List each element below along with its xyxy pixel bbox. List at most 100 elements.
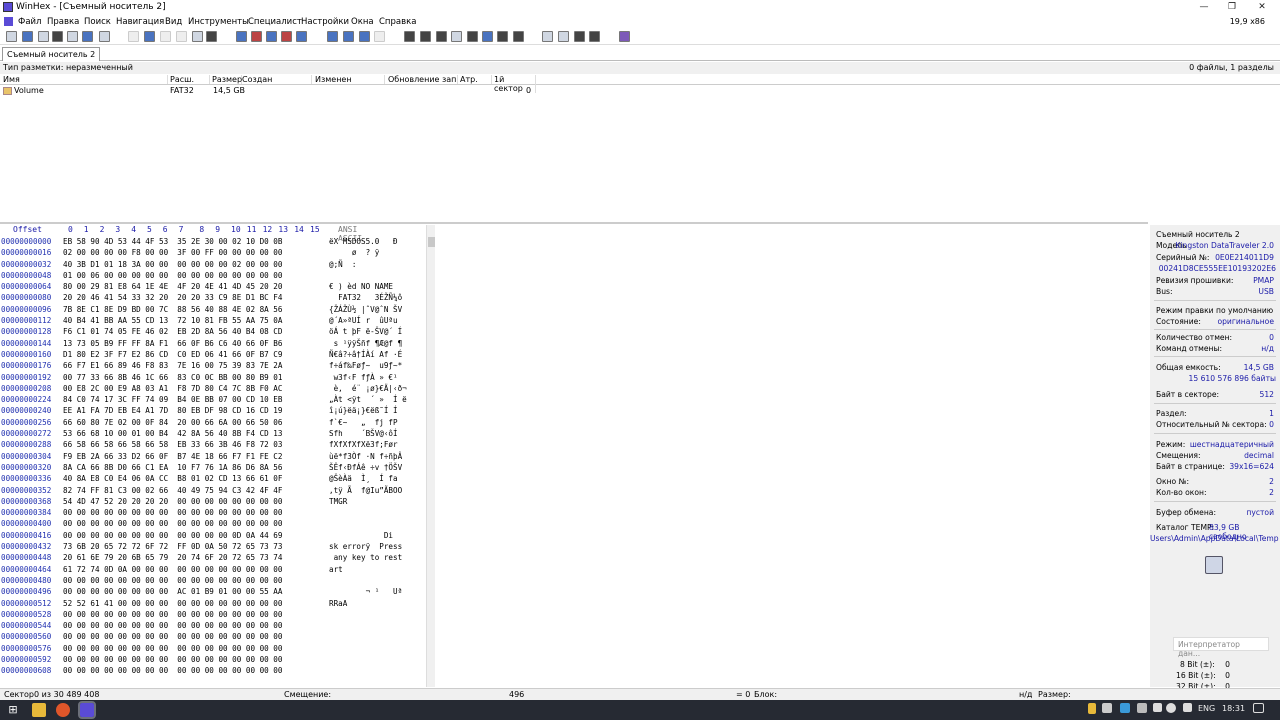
find-icon[interactable]: [236, 31, 247, 42]
hex-row[interactable]: 00000000144 13 73 05 B9 FF FF 8A F1 66 0F…: [0, 338, 330, 349]
hex-row[interactable]: 00000000048 01 00 06 00 00 00 00 00 00 00…: [0, 270, 330, 281]
ascii-row[interactable]: any key to rest: [329, 552, 425, 563]
ascii-row[interactable]: î¡ú}ëä¡}€ëß˜Í Í: [329, 405, 425, 416]
minimize-button[interactable]: —: [1190, 0, 1218, 15]
hex-row[interactable]: 00000000240 EE A1 FA 7D EB E4 A1 7D 80 EB…: [0, 405, 330, 416]
menu-6[interactable]: Специалист: [248, 17, 302, 27]
hex-bytes[interactable]: 13 73 05 B9 FF FF 8A F1 66 0F B6 C6 40 6…: [63, 338, 282, 349]
hex-row[interactable]: 00000000192 00 77 33 66 8B 46 1C 66 83 C0…: [0, 372, 330, 383]
hex-row[interactable]: 00000000448 20 61 6E 79 20 6B 65 79 20 74…: [0, 552, 330, 563]
hex-bytes[interactable]: EE A1 FA 7D EB E4 A1 7D 80 EB DF 98 CD 1…: [63, 405, 282, 416]
hex-bytes[interactable]: 8A CA 66 8B D0 66 C1 EA 10 F7 76 1A 86 D…: [63, 462, 282, 473]
ascii-row[interactable]: [329, 654, 425, 665]
hex-bytes[interactable]: 00 00 00 00 00 00 00 00 00 00 00 00 00 0…: [63, 665, 282, 676]
ascii-row[interactable]: ëX MSDOS5.0 Ð: [329, 236, 425, 247]
menu-3[interactable]: Навигация: [116, 17, 164, 27]
open-icon[interactable]: [619, 31, 630, 42]
hex-row[interactable]: 00000000560 00 00 00 00 00 00 00 00 00 00…: [0, 631, 330, 642]
hex-bytes[interactable]: 00 00 00 00 00 00 00 00 00 00 00 00 00 0…: [63, 507, 282, 518]
hex-bytes[interactable]: 66 58 66 58 66 58 66 58 EB 33 66 3B 46 F…: [63, 439, 282, 450]
ascii-row[interactable]: Di: [329, 530, 425, 541]
replace-icon[interactable]: [266, 31, 277, 42]
open-icon[interactable]: [22, 31, 33, 42]
col-size[interactable]: Размер: [212, 75, 242, 84]
hex-row[interactable]: 00000000032 40 3B D1 01 18 3A 00 00 00 00…: [0, 259, 330, 270]
next-icon[interactable]: [558, 31, 569, 42]
ascii-row[interactable]: w3f‹F fƒÀ » €¹: [329, 372, 425, 383]
restore-button[interactable]: ❐: [1218, 0, 1246, 15]
hex-row[interactable]: 00000000080 20 20 46 41 54 33 32 20 20 20…: [0, 292, 330, 303]
hex-row[interactable]: 00000000096 7B 8E C1 8E D9 BD 00 7C 88 56…: [0, 304, 330, 315]
menu-0[interactable]: Файл: [18, 17, 41, 27]
hex-bytes[interactable]: 40 3B D1 01 18 3A 00 00 00 00 00 00 02 0…: [63, 259, 282, 270]
hex-row[interactable]: 00000000576 00 00 00 00 00 00 00 00 00 00…: [0, 643, 330, 654]
hex-row[interactable]: 00000000528 00 00 00 00 00 00 00 00 00 00…: [0, 609, 330, 620]
pane-splitter[interactable]: [0, 222, 1148, 224]
hex-row[interactable]: 00000000256 66 60 80 7E 02 00 0F 84 20 00…: [0, 417, 330, 428]
hex-row[interactable]: 00000000224 84 C0 74 17 3C FF 74 09 B4 0E…: [0, 394, 330, 405]
ascii-row[interactable]: @´A»ªUÍ r ûUªu: [329, 315, 425, 326]
hex-row[interactable]: 00000000064 80 00 29 81 E8 64 1E 4E 4F 20…: [0, 281, 330, 292]
ascii-row[interactable]: ø ? ÿ: [329, 247, 425, 258]
paste-icon[interactable]: [99, 31, 110, 42]
ascii-row[interactable]: € ) èd NO NAME: [329, 281, 425, 292]
analyze-icon[interactable]: [482, 31, 493, 42]
disk-icon[interactable]: [1205, 556, 1223, 574]
hex-bytes[interactable]: 54 4D 47 52 20 20 20 20 00 00 00 00 00 0…: [63, 496, 282, 507]
hex-bytes[interactable]: 20 20 46 41 54 33 32 20 20 20 33 C9 8E D…: [63, 292, 282, 303]
print-icon[interactable]: [52, 31, 63, 42]
paste-icon[interactable]: [176, 31, 187, 42]
help-icon[interactable]: [574, 31, 585, 42]
hex-scrollbar[interactable]: [426, 225, 435, 687]
hex-bytes[interactable]: 53 66 68 10 00 01 00 B4 42 8A 56 40 8B F…: [63, 428, 282, 439]
speaker-icon[interactable]: [1183, 703, 1192, 712]
hex-bytes[interactable]: 82 74 FF 81 C3 00 02 66 40 49 75 94 C3 4…: [63, 485, 282, 496]
menu-9[interactable]: Справка: [379, 17, 416, 27]
hex-row[interactable]: 00000000000 EB 58 90 4D 53 44 4F 53 35 2E…: [0, 236, 330, 247]
ascii-row[interactable]: ŠÊf‹ÐfÁê ÷v †ÖŠV: [329, 462, 425, 473]
col-record-updated[interactable]: Обновление запис: [388, 75, 458, 84]
copy-block-icon[interactable]: [144, 31, 155, 42]
new-file-icon[interactable]: [589, 31, 600, 42]
hex-bytes[interactable]: F9 EB 2A 66 33 D2 66 0F B7 4E 18 66 F7 F…: [63, 451, 282, 462]
col-attr[interactable]: Атр.: [460, 75, 492, 84]
usb-tray-icon[interactable]: [1137, 703, 1147, 713]
goto-offset-icon[interactable]: [296, 31, 307, 42]
firefox-icon[interactable]: [56, 703, 70, 717]
hex-bytes[interactable]: 00 00 00 00 00 00 00 00 00 00 00 00 0D 0…: [63, 530, 282, 541]
ascii-row[interactable]: Sfh ´BŠV@‹ôÍ: [329, 428, 425, 439]
ascii-row[interactable]: f`€~ „ fj fP: [329, 417, 425, 428]
language-indicator[interactable]: ENG: [1198, 704, 1215, 713]
ascii-row[interactable]: „Àt <ÿt ´ » Í ë: [329, 394, 425, 405]
ascii-row[interactable]: FAT32 3ÉŽÑ¼ô: [329, 292, 425, 303]
hex-row[interactable]: 00000000272 53 66 68 10 00 01 00 B4 42 8A…: [0, 428, 330, 439]
new-file-icon[interactable]: [6, 31, 17, 42]
find-hex-icon[interactable]: [251, 31, 262, 42]
file-explorer-icon[interactable]: [32, 703, 46, 717]
hex-row[interactable]: 00000000016 02 00 00 00 00 F8 00 00 3F 00…: [0, 247, 330, 258]
hex-bytes[interactable]: 00 00 00 00 00 00 00 00 00 00 00 00 00 0…: [63, 575, 282, 586]
ascii-row[interactable]: ¬ ¹ Uª: [329, 586, 425, 597]
hex-bytes[interactable]: 40 8A E8 C0 E4 06 0A CC B8 01 02 CD 13 6…: [63, 473, 282, 484]
network-icon[interactable]: [1166, 703, 1176, 713]
tray-network-app-icon[interactable]: [1120, 703, 1130, 713]
scrollbar-thumb[interactable]: [428, 237, 435, 247]
hex-row[interactable]: 00000000464 61 72 74 0D 0A 00 00 00 00 00…: [0, 564, 330, 575]
hex-bytes[interactable]: 00 E8 2C 00 E9 A8 03 A1 F8 7D 80 C4 7C 8…: [63, 383, 282, 394]
ascii-row[interactable]: @ŠèÀä Ì¸ Í fa: [329, 473, 425, 484]
hex-bytes[interactable]: 80 00 29 81 E8 64 1E 4E 4F 20 4E 41 4D 4…: [63, 281, 282, 292]
ascii-row[interactable]: art: [329, 564, 425, 575]
col-created[interactable]: Создан: [242, 75, 312, 84]
ascii-row[interactable]: @;Ñ :: [329, 259, 425, 270]
hex-bytes[interactable]: EB 58 90 4D 53 44 4F 53 35 2E 30 00 02 1…: [63, 236, 282, 247]
ascii-row[interactable]: f÷áf‰Føƒ~ u9ƒ~*: [329, 360, 425, 371]
volume-icon-tray[interactable]: [1153, 703, 1162, 712]
ascii-row[interactable]: [329, 518, 425, 529]
menu-2[interactable]: Поиск: [84, 17, 111, 27]
menu-7[interactable]: Настройки: [301, 17, 349, 27]
tray-app-icon[interactable]: [1102, 703, 1112, 713]
prev-icon[interactable]: [542, 31, 553, 42]
hex-bytes[interactable]: D1 80 E2 3F F7 E2 86 CD C0 ED 06 41 66 0…: [63, 349, 282, 360]
hex-bytes[interactable]: 01 00 06 00 00 00 00 00 00 00 00 00 00 0…: [63, 270, 282, 281]
open-disk-icon[interactable]: [374, 31, 385, 42]
